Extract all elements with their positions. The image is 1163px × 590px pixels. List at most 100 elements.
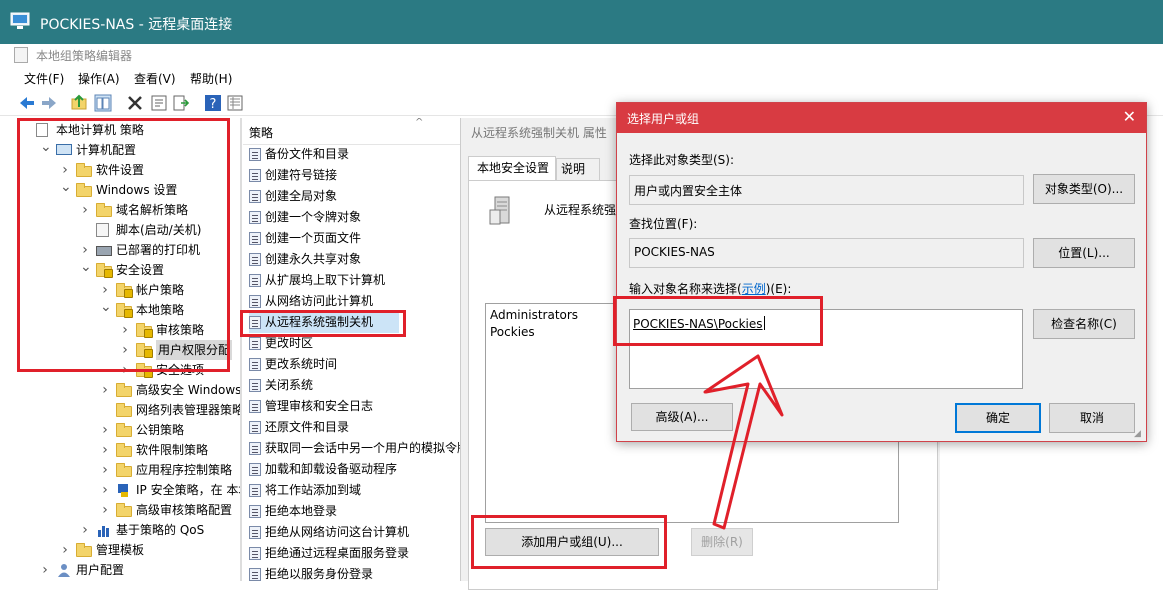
close-icon[interactable]: ✕ — [1123, 107, 1136, 127]
policy-row[interactable]: 创建一个页面文件 — [249, 228, 465, 249]
qos-chart-icon — [96, 523, 112, 537]
menu-action[interactable]: 操作(A) — [78, 70, 120, 87]
tree-node[interactable]: › 公钥策略 — [100, 420, 240, 440]
chevron-right-icon[interactable]: › — [100, 420, 110, 440]
policy-setting-icon — [249, 526, 261, 539]
principal-item[interactable]: Administrators — [490, 308, 578, 322]
tree-node[interactable]: › 应用程序控制策略 — [100, 460, 240, 480]
menubar: 文件(F) 操作(A) 查看(V) 帮助(H) — [0, 66, 1163, 88]
policy-column-header[interactable]: 策略 — [249, 124, 273, 141]
policy-row[interactable]: 创建一个令牌对象 — [249, 207, 465, 228]
policy-setting-icon — [249, 400, 261, 413]
tree-node[interactable]: › 用户配置 — [40, 560, 240, 580]
gpedit-app-icon — [14, 47, 28, 63]
tree-node-label: IP 安全策略，在 本地计 — [136, 483, 240, 497]
chevron-right-icon[interactable]: › — [40, 560, 50, 580]
ok-button[interactable]: 确定 — [955, 403, 1041, 433]
back-arrow-icon[interactable] — [18, 94, 36, 112]
delete-x-icon[interactable] — [126, 94, 144, 112]
policy-row-label: 拒绝从网络访问这台计算机 — [265, 525, 410, 539]
chevron-right-icon[interactable]: › — [100, 500, 110, 520]
policy-row[interactable]: 拒绝本地登录 — [249, 501, 465, 522]
principal-item[interactable]: Pockies — [490, 325, 535, 339]
policy-row-label: 拒绝本地登录 — [265, 504, 338, 518]
policy-setting-icon — [249, 169, 261, 182]
policy-row[interactable]: 备份文件和目录 — [249, 144, 465, 165]
advanced-button[interactable]: 高级(A)... — [631, 403, 733, 431]
policy-row[interactable]: 拒绝通过远程桌面服务登录 — [249, 543, 465, 564]
policy-row-label: 还原文件和目录 — [265, 420, 350, 434]
rd-titlebar: POCKIES-NAS - 远程桌面连接 — [0, 0, 1163, 44]
annotation-box-name — [613, 296, 823, 346]
tree-node[interactable]: › 管理模板 — [60, 540, 240, 560]
chevron-right-icon[interactable]: › — [100, 440, 110, 460]
tree-node-label: 基于策略的 QoS — [116, 523, 205, 537]
export-list-icon[interactable] — [172, 94, 190, 112]
policy-row-label: 创建全局对象 — [265, 189, 338, 203]
properties-icon[interactable] — [150, 94, 168, 112]
chevron-right-icon[interactable]: › — [60, 540, 70, 560]
chevron-right-icon[interactable]: › — [80, 520, 90, 540]
help-icon[interactable]: ? — [204, 94, 222, 112]
sort-up-icon[interactable]: ^ — [415, 118, 423, 128]
tree-node[interactable]: › IP 安全策略，在 本地计 — [100, 480, 240, 500]
server-icon — [489, 196, 510, 225]
menu-help[interactable]: 帮助(H) — [190, 70, 232, 87]
object-type-field: 用户或内置安全主体 — [629, 175, 1024, 205]
tree-node[interactable]: 网络列表管理器策略 — [100, 400, 240, 420]
policy-row[interactable]: 加载和卸载设备驱动程序 — [249, 459, 465, 480]
filter-view-icon[interactable] — [226, 94, 244, 112]
menu-view[interactable]: 查看(V) — [134, 70, 176, 87]
policy-row[interactable]: 从扩展坞上取下计算机 — [249, 270, 465, 291]
folder-icon — [116, 403, 132, 417]
chevron-right-icon[interactable]: › — [100, 380, 110, 400]
policy-setting-icon — [249, 232, 261, 245]
check-names-button[interactable]: 检查名称(C) — [1033, 309, 1135, 339]
menu-file[interactable]: 文件(F) — [24, 70, 64, 87]
policy-list: ^ 策略 备份文件和目录创建符号链接创建全局对象创建一个令牌对象创建一个页面文件… — [243, 118, 465, 581]
show-hide-tree-icon[interactable] — [94, 94, 112, 112]
policy-row[interactable]: 将工作站添加到域 — [249, 480, 465, 501]
location-field: POCKIES-NAS — [629, 238, 1024, 268]
chevron-right-icon[interactable]: › — [100, 480, 110, 500]
folder-icon — [116, 423, 132, 437]
policy-row-label: 备份文件和目录 — [265, 147, 350, 161]
tree-node-label: 管理模板 — [96, 543, 145, 557]
remove-button[interactable]: 删除(R) — [691, 528, 753, 556]
policy-row[interactable]: 更改系统时间 — [249, 354, 465, 375]
tree-node[interactable]: › 高级安全 Windows De — [100, 380, 240, 400]
policy-row-label: 创建永久共享对象 — [265, 252, 362, 266]
chevron-right-icon[interactable]: › — [100, 460, 110, 480]
policy-row[interactable]: 创建永久共享对象 — [249, 249, 465, 270]
tree-node-label: 高级安全 Windows De — [136, 383, 240, 397]
policy-setting-icon — [249, 274, 261, 287]
up-folder-icon[interactable] — [70, 94, 88, 112]
policy-setting-icon — [249, 484, 261, 497]
policy-row-label: 创建一个令牌对象 — [265, 210, 362, 224]
policy-row[interactable]: 获取同一会话中另一个用户的模拟令牌 — [249, 438, 465, 459]
tree-scrollbar[interactable] — [240, 118, 242, 581]
policy-row[interactable]: 从网络访问此计算机 — [249, 291, 465, 312]
locations-button[interactable]: 位置(L)... — [1033, 238, 1135, 268]
folder-icon — [116, 443, 132, 457]
policy-row[interactable]: 创建符号链接 — [249, 165, 465, 186]
examples-link[interactable]: 示例 — [742, 282, 766, 296]
cancel-button[interactable]: 取消 — [1049, 403, 1135, 433]
policy-row[interactable]: 管理审核和安全日志 — [249, 396, 465, 417]
policy-row[interactable]: 拒绝以服务身份登录 — [249, 564, 465, 581]
tree-node[interactable]: › 基于策略的 QoS — [80, 520, 240, 540]
object-types-button[interactable]: 对象类型(O)... — [1033, 174, 1135, 204]
tree-node[interactable]: › 软件限制策略 — [100, 440, 240, 460]
tab-explain[interactable]: 说明 — [556, 158, 600, 180]
policy-row[interactable]: 还原文件和目录 — [249, 417, 465, 438]
folder-icon — [116, 383, 132, 397]
tab-local-security[interactable]: 本地安全设置 — [468, 156, 556, 180]
tree-node[interactable]: › 高级审核策略配置 — [100, 500, 240, 520]
policy-setting-icon — [249, 505, 261, 518]
resize-grip-icon[interactable]: ◢ — [1134, 429, 1144, 439]
policy-row[interactable]: 关闭系统 — [249, 375, 465, 396]
forward-arrow-icon[interactable] — [40, 94, 58, 112]
policy-row[interactable]: 创建全局对象 — [249, 186, 465, 207]
policy-row[interactable]: 拒绝从网络访问这台计算机 — [249, 522, 465, 543]
annotation-box-add-button — [471, 515, 667, 569]
